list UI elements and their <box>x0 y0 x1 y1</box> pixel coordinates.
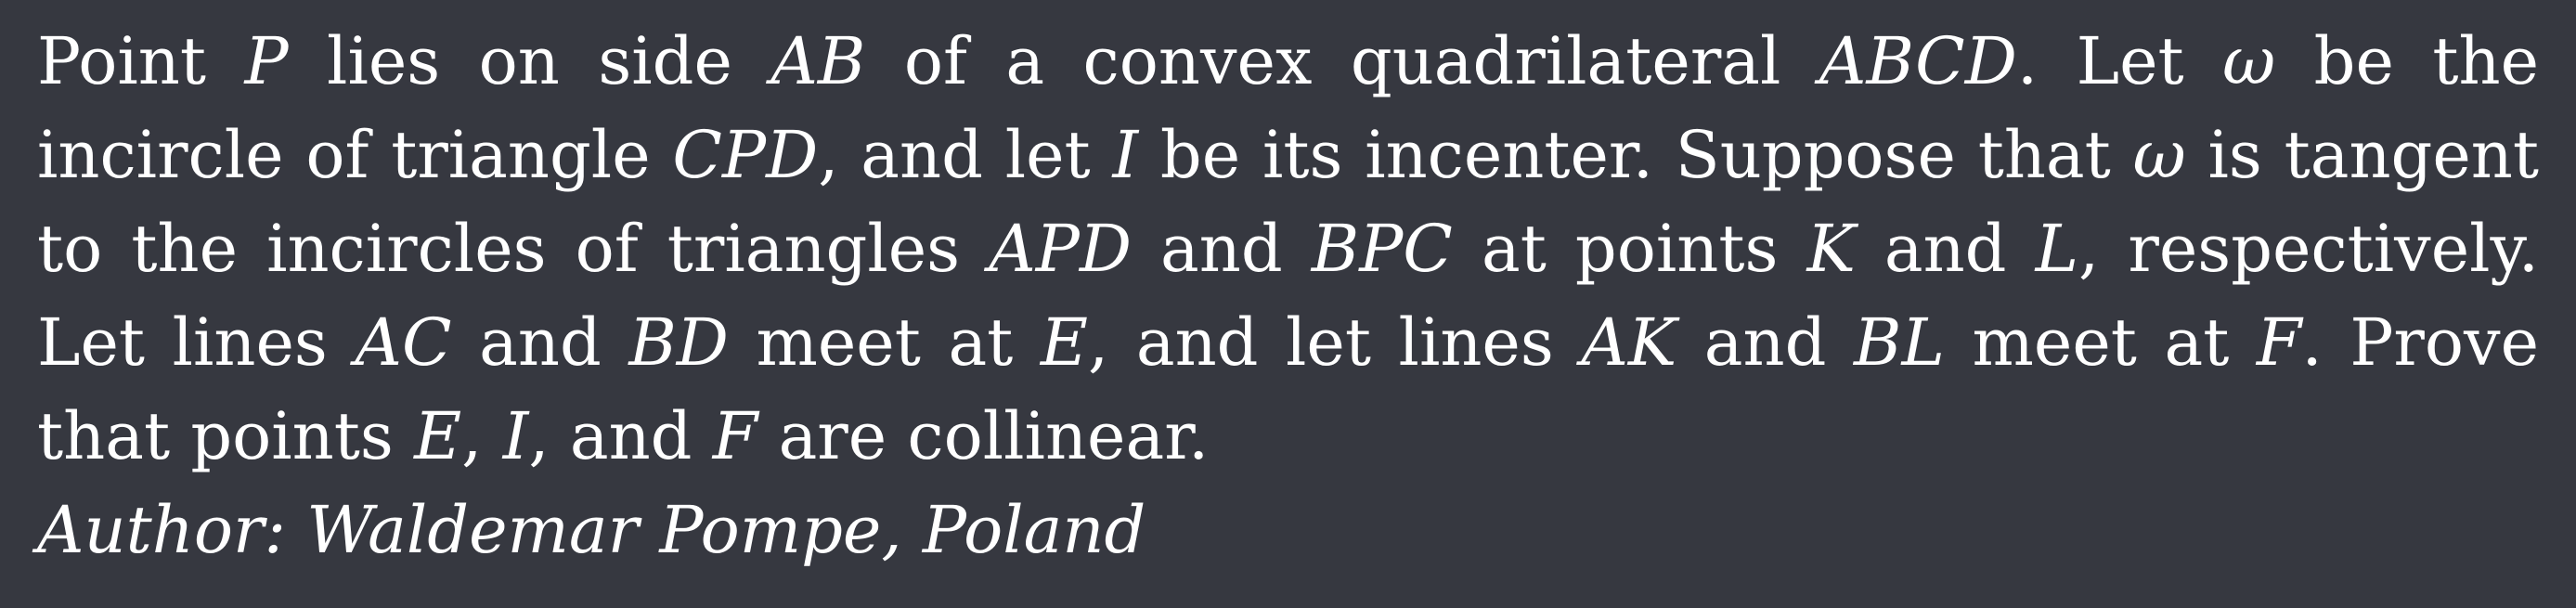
statement-line-2: incircle of triangle CPD, and let I be i… <box>37 109 2539 202</box>
math-symbol: ABCD <box>1819 23 2017 99</box>
text-run: be its incenter. Suppose that <box>1138 117 2133 193</box>
text-run: of a convex quadrilateral <box>865 23 1819 99</box>
text-run: , respectively. <box>2078 211 2540 287</box>
math-symbol: AB <box>770 23 866 99</box>
text-run: be the <box>2275 23 2540 99</box>
statement-line-1: Point P lies on side AB of a convex quad… <box>37 15 2539 109</box>
math-symbol: E <box>1040 304 1088 381</box>
text-run: meet at <box>1944 304 2257 381</box>
math-symbol: L <box>2035 211 2079 287</box>
text-run: meet at <box>728 304 1041 381</box>
text-run: at points <box>1452 211 1807 287</box>
math-symbol: F <box>712 398 758 474</box>
math-symbol: AC <box>355 304 452 381</box>
math-symbol: E <box>414 398 462 474</box>
text-run: Let lines <box>37 304 356 381</box>
document-page: Point P lies on side AB of a convex quad… <box>0 0 2576 608</box>
text-run: and <box>1131 211 1312 287</box>
text-run: . Prove <box>2301 304 2540 381</box>
text-run: lies on side <box>288 23 771 99</box>
text-run: are collinear. <box>757 398 1210 474</box>
text-run: , and <box>528 398 713 474</box>
text-run: , and let <box>818 117 1113 193</box>
text-run: Point <box>37 23 245 99</box>
math-symbol: ω <box>2222 23 2276 99</box>
math-symbol: I <box>1112 117 1139 193</box>
statement-line-5: that points E, I, and F are collinear. <box>37 390 2539 484</box>
statement-line-3: to the incircles of triangles APD and BP… <box>37 202 2539 296</box>
math-symbol: BD <box>628 304 729 381</box>
text-run: incircle of triangle <box>37 117 673 193</box>
math-symbol: K <box>1806 211 1856 287</box>
text-run: and <box>1855 211 2036 287</box>
statement-line-4: Let lines AC and BD meet at E, and let l… <box>37 296 2539 390</box>
author-credit: Author: Waldemar Pompe, Poland <box>37 492 1146 568</box>
math-symbol: CPD <box>672 117 819 193</box>
math-symbol: AK <box>1581 304 1677 381</box>
text-run: . Let <box>2016 23 2223 99</box>
math-symbol: F <box>2256 304 2302 381</box>
text-run: and <box>451 304 629 381</box>
text-run: , <box>461 398 503 474</box>
math-symbol: BL <box>1854 304 1945 381</box>
text-run: that points <box>37 398 415 474</box>
text-run: to the incircles of triangles <box>37 211 990 287</box>
math-symbol: ω <box>2132 117 2186 193</box>
math-symbol: P <box>244 23 289 99</box>
math-symbol: BPC <box>1311 211 1453 287</box>
math-symbol: APD <box>989 211 1132 287</box>
text-run: is tangent <box>2185 117 2539 193</box>
problem-statement: Point P lies on side AB of a convex quad… <box>37 15 2539 577</box>
math-symbol: I <box>502 398 529 474</box>
text-run: and <box>1676 304 1855 381</box>
text-run: , and let lines <box>1088 304 1582 381</box>
